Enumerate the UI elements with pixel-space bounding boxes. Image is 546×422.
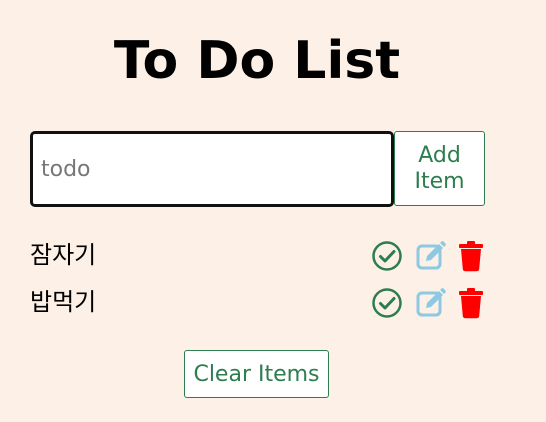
edit-icon[interactable] bbox=[415, 240, 447, 272]
list-item: 잠자기 bbox=[30, 234, 500, 281]
item-actions bbox=[371, 287, 485, 319]
page-title: To Do List bbox=[113, 31, 401, 91]
todo-input[interactable] bbox=[30, 131, 394, 207]
item-text: 잠자기 bbox=[30, 241, 97, 269]
check-circle-icon[interactable] bbox=[371, 240, 403, 272]
todo-list: 잠자기 밥먹기 bbox=[30, 234, 500, 328]
add-item-button[interactable]: Add Item bbox=[394, 131, 485, 206]
item-text: 밥먹기 bbox=[30, 288, 97, 316]
trash-icon[interactable] bbox=[457, 287, 485, 319]
item-actions bbox=[371, 240, 485, 272]
edit-icon[interactable] bbox=[415, 287, 447, 319]
list-item: 밥먹기 bbox=[30, 281, 500, 328]
clear-items-button[interactable]: Clear Items bbox=[184, 350, 329, 398]
trash-icon[interactable] bbox=[457, 240, 485, 272]
check-circle-icon[interactable] bbox=[371, 287, 403, 319]
